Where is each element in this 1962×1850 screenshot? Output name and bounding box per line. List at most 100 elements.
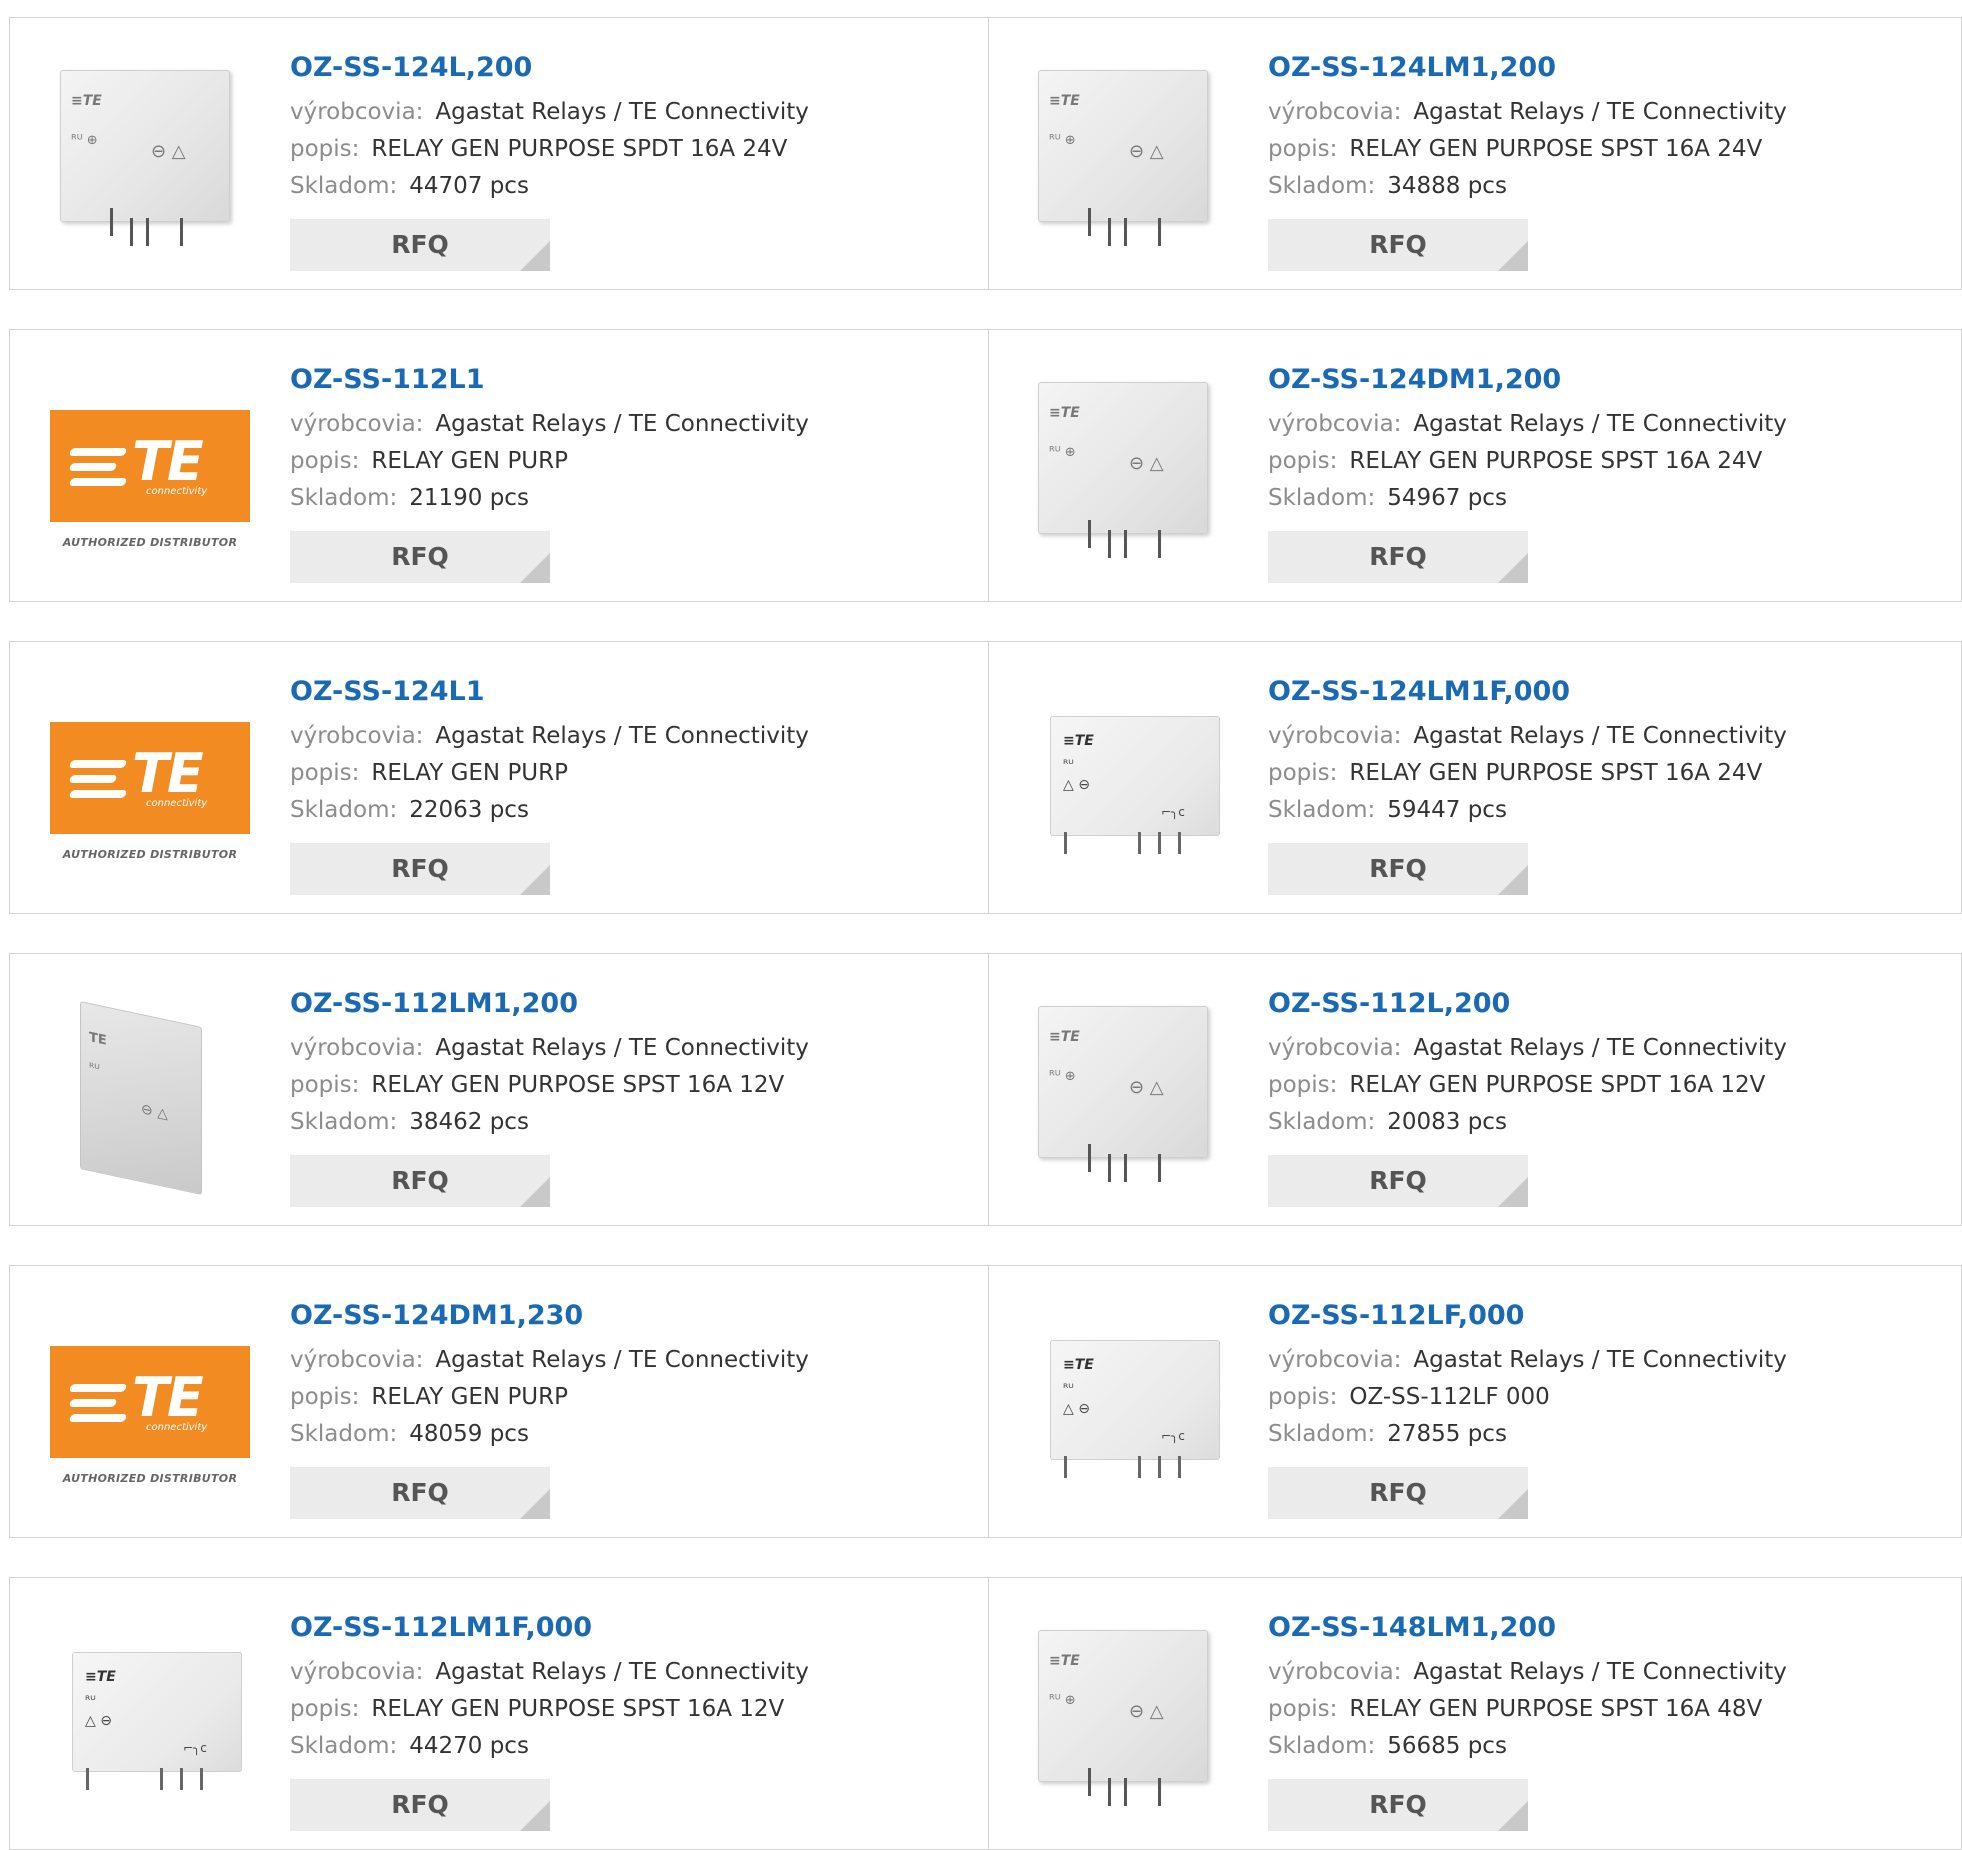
rfq-button[interactable]: RFQ xyxy=(1268,1779,1528,1831)
relay-pin xyxy=(1088,208,1091,236)
product-image[interactable]: TE connectivity AUTHORIZED DISTRIBUTOR xyxy=(50,682,250,882)
te-stripe xyxy=(68,448,128,456)
rfq-button[interactable]: RFQ xyxy=(290,219,550,271)
rfq-button[interactable]: RFQ xyxy=(290,1779,550,1831)
product-name-link[interactable]: OZ-SS-124DM1,200 xyxy=(1268,362,1948,398)
rfq-button[interactable]: RFQ xyxy=(1268,843,1528,895)
description-label: popis: xyxy=(1268,1696,1338,1722)
relay-contact-mark: ⌐╮c xyxy=(1161,805,1185,819)
relay-brand-mark: TE xyxy=(89,1029,107,1049)
product-name-link[interactable]: OZ-SS-112L,200 xyxy=(1268,986,1948,1022)
description-value: RELAY GEN PURPOSE SPST 16A 24V xyxy=(1349,136,1763,162)
manufacturer-row: výrobcovia: Agastat Relays / TE Connectiv… xyxy=(290,1030,970,1067)
rfq-label: RFQ xyxy=(391,230,449,259)
manufacturer-row: výrobcovia: Agastat Relays / TE Connectiv… xyxy=(290,1654,970,1691)
authorized-distributor-text: AUTHORIZED DISTRIBUTOR xyxy=(62,848,238,861)
product-image[interactable]: TE connectivity AUTHORIZED DISTRIBUTOR xyxy=(50,1306,250,1506)
rfq-corner-decoration xyxy=(1498,1489,1528,1519)
product-row: TE connectivity AUTHORIZED DISTRIBUTOR OZ-… xyxy=(9,641,1962,914)
product-image[interactable]: TE ᴿᵁ ⊖ △ xyxy=(50,994,250,1195)
product-image[interactable]: ≡TE ᴿᵁ △ ⊖ ⌐╮c xyxy=(1028,682,1228,882)
relay-body: ≡TE ᴿᵁ ⊕ ⊖ △ xyxy=(1038,382,1208,534)
product-info: OZ-SS-124L,200 výrobcovia: Agastat Relays… xyxy=(290,50,970,205)
product-name-link[interactable]: OZ-SS-124LM1F,000 xyxy=(1268,674,1948,710)
authorized-distributor-text: AUTHORIZED DISTRIBUTOR xyxy=(62,536,238,549)
relay-cert-mark: ᴿᵁ ⊕ xyxy=(1049,133,1076,148)
product-name-link[interactable]: OZ-SS-112LF,000 xyxy=(1268,1298,1948,1334)
product-image[interactable]: ≡TE ᴿᵁ △ ⊖ ⌐╮c xyxy=(50,1618,250,1818)
rfq-label: RFQ xyxy=(391,1790,449,1819)
rfq-button[interactable]: RFQ xyxy=(290,1155,550,1207)
authorized-distributor-text: AUTHORIZED DISTRIBUTOR xyxy=(62,1472,238,1485)
relay-pin xyxy=(1178,832,1181,854)
rfq-corner-decoration xyxy=(520,1177,550,1207)
te-stripe xyxy=(68,1399,118,1407)
description-row: popis: RELAY GEN PURPOSE SPST 16A 24V xyxy=(1268,131,1948,168)
stock-value: 20083 pcs xyxy=(1387,1109,1507,1135)
relay-pin xyxy=(1064,832,1067,854)
stock-label: Skladom: xyxy=(290,797,398,823)
product-card: ≡TE ᴿᵁ ⊕ ⊖ △ OZ-SS-148LM1,200 výrobcovia: A… xyxy=(988,1578,1962,1849)
description-label: popis: xyxy=(1268,448,1338,474)
manufacturer-label: výrobcovia: xyxy=(290,99,424,125)
relay-pin xyxy=(180,218,183,246)
description-row: popis: RELAY GEN PURPOSE SPST 16A 48V xyxy=(1268,1691,1948,1728)
relay-warning-mark: ⊖ △ xyxy=(141,1101,168,1123)
manufacturer-label: výrobcovia: xyxy=(290,723,424,749)
rfq-corner-decoration xyxy=(1498,1801,1528,1831)
product-name-link[interactable]: OZ-SS-124DM1,230 xyxy=(290,1298,970,1334)
stock-label: Skladom: xyxy=(1268,1733,1376,1759)
manufacturer-label: výrobcovia: xyxy=(1268,1035,1402,1061)
product-name-link[interactable]: OZ-SS-112LM1,200 xyxy=(290,986,970,1022)
product-image[interactable]: ≡TE ᴿᵁ ⊕ ⊖ △ xyxy=(1028,370,1228,570)
product-info: OZ-SS-112L1 výrobcovia: Agastat Relays / … xyxy=(290,362,970,517)
relay-pin xyxy=(1108,1154,1111,1182)
product-name-link[interactable]: OZ-SS-124LM1,200 xyxy=(1268,50,1948,86)
manufacturer-value: Agastat Relays / TE Connectivity xyxy=(1413,411,1787,437)
product-image[interactable]: ≡TE ᴿᵁ ⊕ ⊖ △ xyxy=(50,58,250,258)
rfq-button[interactable]: RFQ xyxy=(290,843,550,895)
rfq-button[interactable]: RFQ xyxy=(290,1467,550,1519)
manufacturer-row: výrobcovia: Agastat Relays / TE Connectiv… xyxy=(1268,1030,1948,1067)
product-image[interactable]: ≡TE ᴿᵁ ⊕ ⊖ △ xyxy=(1028,994,1228,1194)
rfq-button[interactable]: RFQ xyxy=(1268,531,1528,583)
product-name-link[interactable]: OZ-SS-112LM1F,000 xyxy=(290,1610,970,1646)
manufacturer-value: Agastat Relays / TE Connectivity xyxy=(1413,1035,1787,1061)
product-name-link[interactable]: OZ-SS-112L1 xyxy=(290,362,970,398)
relay-pin xyxy=(1158,218,1161,246)
product-image[interactable]: TE connectivity AUTHORIZED DISTRIBUTOR xyxy=(50,370,250,570)
rfq-button[interactable]: RFQ xyxy=(1268,1467,1528,1519)
product-image[interactable]: ≡TE ᴿᵁ ⊕ ⊖ △ xyxy=(1028,1618,1228,1818)
rfq-button[interactable]: RFQ xyxy=(290,531,550,583)
product-name-link[interactable]: OZ-SS-124L,200 xyxy=(290,50,970,86)
relay-warning-mark: △ ⊖ xyxy=(85,1713,112,1729)
rfq-button[interactable]: RFQ xyxy=(1268,219,1528,271)
te-logo-box: TE connectivity xyxy=(50,410,250,522)
relay-pin xyxy=(86,1768,89,1790)
relay-warning-mark: ⊖ △ xyxy=(151,141,186,162)
stock-row: Skladom: 22063 pcs xyxy=(290,792,970,829)
relay-brand-mark: ≡TE xyxy=(85,1669,116,1685)
product-image[interactable]: ≡TE ᴿᵁ ⊕ ⊖ △ xyxy=(1028,58,1228,258)
product-card: ≡TE ᴿᵁ △ ⊖ ⌐╮c OZ-SS-112LF,000 výrobcovia: A… xyxy=(988,1266,1962,1537)
relay-pin xyxy=(1158,1778,1161,1806)
manufacturer-row: výrobcovia: Agastat Relays / TE Connectiv… xyxy=(290,718,970,755)
relay-pin xyxy=(1088,1144,1091,1172)
rfq-corner-decoration xyxy=(520,1489,550,1519)
relay-pin xyxy=(1158,1456,1161,1478)
product-name-link[interactable]: OZ-SS-124L1 xyxy=(290,674,970,710)
rfq-button[interactable]: RFQ xyxy=(1268,1155,1528,1207)
description-label: popis: xyxy=(290,1072,360,1098)
te-stripe xyxy=(68,1414,128,1422)
product-image[interactable]: ≡TE ᴿᵁ △ ⊖ ⌐╮c xyxy=(1028,1306,1228,1506)
te-stripes-icon xyxy=(68,756,130,802)
relay-brand-mark: ≡TE xyxy=(1049,1029,1080,1045)
description-label: popis: xyxy=(1268,1072,1338,1098)
product-row: ≡TE ᴿᵁ ⊕ ⊖ △ OZ-SS-124L,200 výrobcovia: Aga… xyxy=(9,17,1962,290)
product-name-link[interactable]: OZ-SS-148LM1,200 xyxy=(1268,1610,1948,1646)
description-value: RELAY GEN PURP xyxy=(371,1384,568,1410)
product-card: TE connectivity AUTHORIZED DISTRIBUTOR OZ-… xyxy=(10,642,989,913)
manufacturer-row: výrobcovia: Agastat Relays / TE Connectiv… xyxy=(290,1342,970,1379)
te-stripes-icon xyxy=(68,444,130,490)
manufacturer-label: výrobcovia: xyxy=(1268,1659,1402,1685)
